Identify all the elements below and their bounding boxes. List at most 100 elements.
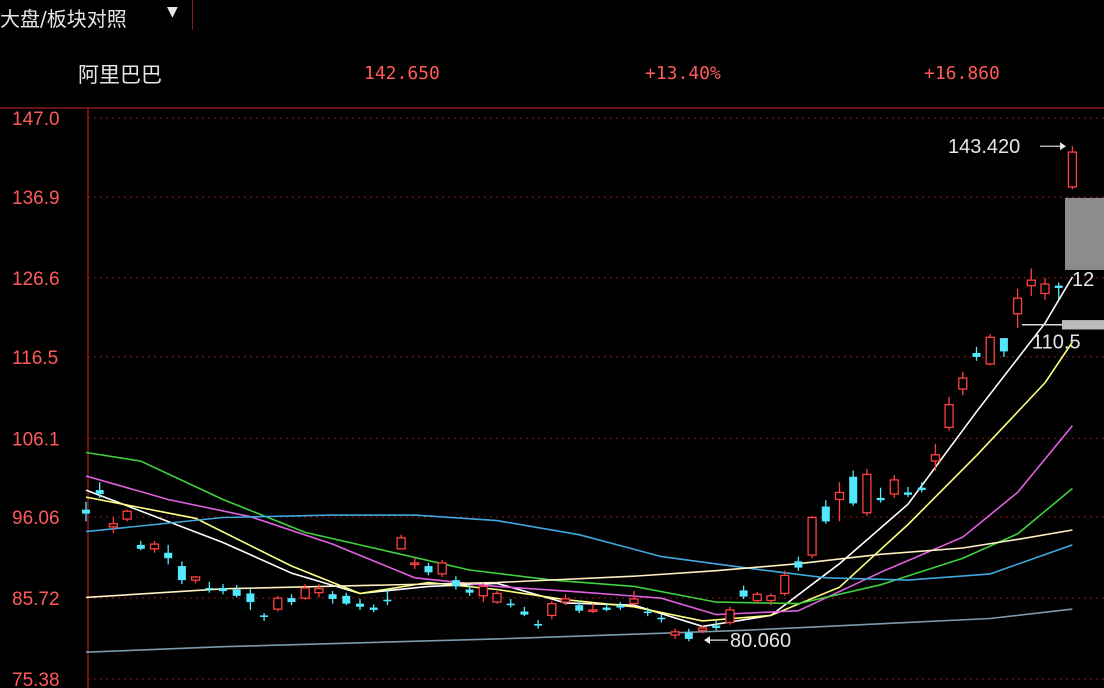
- candle-body: [807, 516, 817, 556]
- candle-body: [739, 590, 748, 597]
- chart-annotations: 143.420 80.060 12 110.5: [704, 136, 1104, 652]
- candle-body: [369, 607, 378, 610]
- candle: [985, 334, 995, 366]
- candle-body: [300, 587, 310, 599]
- candle-body: [164, 552, 173, 559]
- candle: [149, 540, 160, 553]
- candle-body: [1054, 285, 1063, 288]
- candle: [82, 501, 90, 522]
- low-price-label: 80.060: [730, 630, 791, 652]
- candle-body: [108, 523, 119, 528]
- candle: [451, 576, 460, 590]
- chart-grid: [0, 107, 1104, 688]
- ma-green-line: [85, 451, 1073, 605]
- candle-body: [904, 492, 912, 495]
- candle-body: [985, 336, 995, 365]
- candle-body: [657, 617, 666, 620]
- candle-body: [560, 598, 571, 603]
- candle: [478, 583, 488, 603]
- price-range-marker: [1065, 197, 1104, 270]
- candle: [807, 515, 817, 559]
- candle-body: [122, 510, 132, 520]
- candlestick-chart[interactable]: 147.0 136.9 126.6 116.5 106.1 96.06 85.72 75.38…: [0, 0, 1104, 688]
- candle: [383, 589, 392, 606]
- y-tick-label: 147.0: [12, 109, 60, 130]
- candle: [506, 598, 515, 608]
- candle-body: [834, 491, 845, 501]
- candle-body: [451, 580, 460, 587]
- candle-body: [149, 543, 160, 550]
- high-arrow-head: [1060, 142, 1066, 151]
- y-tick-label: 75.38: [12, 670, 60, 688]
- candle: [725, 606, 735, 625]
- candle-body: [95, 490, 104, 494]
- high-price-label: 143.420: [948, 136, 1020, 158]
- candle-body: [1026, 279, 1036, 287]
- candle-body: [849, 476, 858, 504]
- right-lower-label: 110.5: [1032, 331, 1081, 353]
- candle: [752, 591, 762, 603]
- candle-body: [492, 592, 502, 603]
- candle-body: [616, 605, 625, 608]
- candle: [164, 544, 173, 565]
- candle: [904, 486, 912, 498]
- candle-body: [602, 607, 611, 610]
- candle: [670, 628, 680, 639]
- candle-body: [136, 544, 145, 549]
- candle: [712, 620, 721, 631]
- candle-body: [177, 566, 186, 581]
- candle: [287, 594, 296, 606]
- candle: [876, 487, 885, 503]
- candle-body: [972, 352, 981, 357]
- candle: [821, 500, 830, 524]
- moving-average-lines: [85, 276, 1074, 653]
- candle-body: [876, 497, 885, 501]
- candle-body: [821, 506, 830, 522]
- candle: [492, 591, 502, 604]
- candle: [108, 517, 119, 534]
- candle: [95, 482, 104, 498]
- candle: [177, 561, 186, 585]
- candle-body: [780, 574, 790, 595]
- candle-body: [752, 593, 762, 602]
- candle: [534, 620, 543, 629]
- candle: [437, 559, 447, 578]
- candle: [958, 371, 968, 396]
- candle-body: [1067, 151, 1078, 188]
- candles: [82, 146, 1078, 642]
- candle-body: [328, 594, 337, 599]
- candle-body: [260, 615, 269, 617]
- candle-body: [712, 625, 721, 628]
- candle: [190, 576, 201, 584]
- candle-body: [383, 599, 392, 602]
- candle-body: [889, 479, 899, 495]
- candle: [917, 482, 926, 493]
- candle: [369, 604, 378, 613]
- candle-body: [246, 593, 255, 603]
- candle-body: [684, 632, 693, 639]
- y-tick-label: 85.72: [12, 589, 60, 610]
- level-marker-bar: [1062, 320, 1104, 330]
- candle-body: [342, 595, 351, 604]
- candle-body: [725, 609, 735, 624]
- candle-body: [1012, 297, 1023, 315]
- ma-magenta-line: [85, 425, 1074, 616]
- candle-body: [465, 589, 474, 593]
- candle: [862, 468, 872, 516]
- candle-body: [643, 611, 652, 614]
- candle-body: [410, 562, 420, 566]
- candle-body: [396, 537, 406, 550]
- low-arrow-head: [704, 636, 710, 645]
- candle: [136, 540, 145, 551]
- y-tick-label: 136.9: [12, 188, 60, 209]
- y-axis-labels: 147.0 136.9 126.6 116.5 106.1 96.06 85.72 75.38: [12, 109, 60, 688]
- candle-body: [205, 587, 214, 590]
- candle: [328, 591, 337, 604]
- candle-body: [547, 602, 557, 617]
- ma-grey-line: [85, 608, 1073, 653]
- candle: [1040, 277, 1050, 300]
- candle: [1026, 268, 1036, 296]
- candle-body: [930, 454, 941, 462]
- candle: [356, 598, 364, 610]
- candle-body: [520, 611, 529, 615]
